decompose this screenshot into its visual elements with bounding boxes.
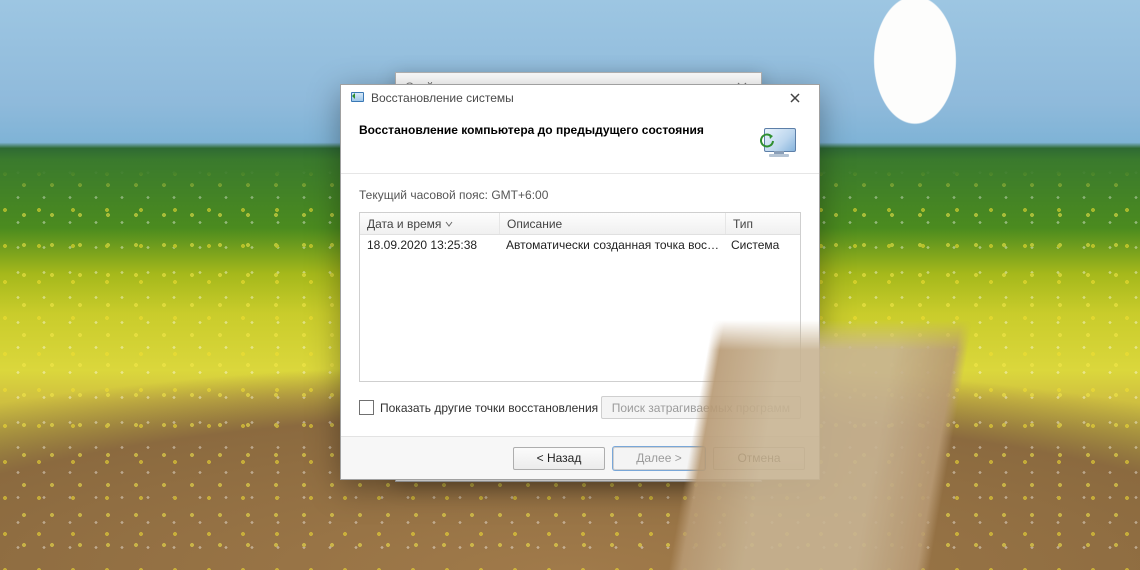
column-description[interactable]: Описание <box>500 213 726 234</box>
column-description-label: Описание <box>507 217 562 231</box>
system-restore-icon <box>349 90 365 106</box>
checkbox-icon <box>359 400 374 415</box>
restore-point-row[interactable]: 18.09.2020 13:25:38 Автоматически создан… <box>360 235 800 254</box>
dialog-footer: < Назад Далее > Отмена <box>341 436 819 479</box>
restore-points-list[interactable]: Дата и время Описание Тип 18.09.2020 13 <box>359 212 801 382</box>
dialog-body: Текущий часовой пояс: GMT+6:00 Дата и вр… <box>341 174 819 419</box>
scan-affected-programs-button[interactable]: Поиск затрагиваемых программ <box>601 396 801 419</box>
sort-descending-icon <box>445 220 453 228</box>
next-button[interactable]: Далее > <box>613 447 705 470</box>
close-button[interactable] <box>777 87 813 109</box>
cancel-button[interactable]: Отмена <box>713 447 805 470</box>
show-other-points-label: Показать другие точки восстановления <box>380 401 598 415</box>
system-properties-title: Свойства системы <box>396 80 723 94</box>
row-description: Автоматически созданная точка восстановл… <box>499 238 724 252</box>
column-datetime-label: Дата и время <box>367 217 441 231</box>
column-type[interactable]: Тип <box>726 213 800 234</box>
dialog-heading: Восстановление компьютера до предыдущего… <box>359 123 749 159</box>
column-type-label: Тип <box>733 217 753 231</box>
back-button[interactable]: < Назад <box>513 447 605 470</box>
system-restore-dialog: Восстановление системы Восстановление ко… <box>340 84 820 480</box>
close-icon[interactable] <box>723 73 761 101</box>
list-body[interactable]: 18.09.2020 13:25:38 Автоматически создан… <box>360 235 800 382</box>
row-datetime: 18.09.2020 13:25:38 <box>360 238 499 252</box>
desktop-wallpaper: Свойства системы Восстановление системы … <box>0 0 1140 570</box>
show-other-points-checkbox[interactable]: Показать другие точки восстановления <box>359 400 598 415</box>
separator <box>341 173 819 174</box>
restore-computer-icon <box>759 123 801 159</box>
timezone-label: Текущий часовой пояс: GMT+6:00 <box>359 188 801 202</box>
column-datetime[interactable]: Дата и время <box>360 213 500 234</box>
row-type: Система <box>724 238 800 252</box>
dialog-title: Восстановление системы <box>371 91 777 105</box>
dialog-titlebar[interactable]: Восстановление системы <box>341 85 819 111</box>
system-properties-titlebar: Свойства системы <box>396 73 761 102</box>
list-header[interactable]: Дата и время Описание Тип <box>360 213 800 235</box>
system-properties-dialog: Свойства системы <box>395 72 762 482</box>
dialog-header: Восстановление компьютера до предыдущего… <box>341 111 819 173</box>
